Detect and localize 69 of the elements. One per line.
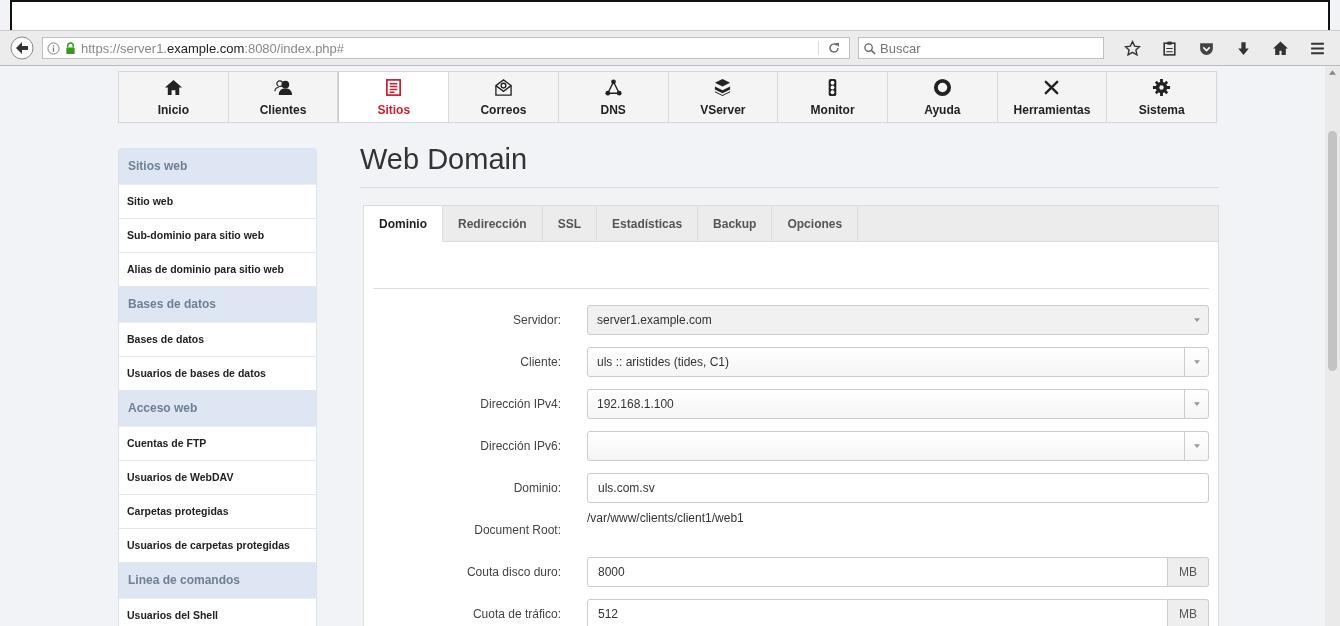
select-field[interactable]: 192.168.1.100 — [587, 389, 1209, 419]
address-field[interactable]: https://server1.example.com:8080/index.php# — [42, 37, 850, 59]
caret-icon — [1193, 444, 1200, 448]
field-label: Cliente: — [519, 355, 562, 369]
tab[interactable]: Redirección — [443, 206, 543, 241]
field-value: /var/www/clients/client1/web1 — [587, 511, 744, 525]
menu-tab[interactable]: Correos — [449, 72, 559, 122]
reload-icon[interactable] — [818, 41, 841, 55]
field-label: Document Root: — [473, 523, 562, 537]
info-icon[interactable] — [47, 41, 60, 55]
network-icon — [603, 77, 623, 97]
clipboard-icon[interactable] — [1161, 39, 1178, 57]
sidebar-heading: Bases de datos — [119, 287, 316, 323]
search-field[interactable]: Buscar — [858, 37, 1104, 59]
field-label: Couta disco duro: — [465, 565, 562, 579]
search-icon — [863, 41, 876, 55]
menu-tab[interactable]: Ayuda — [887, 72, 998, 122]
search-input[interactable]: Buscar — [880, 38, 1099, 58]
page-title: Web Domain — [360, 143, 1219, 188]
unit-addon: MB — [1168, 557, 1209, 587]
sidebar-heading: Linea de comandos — [119, 563, 316, 599]
unit-addon: MB — [1168, 599, 1209, 626]
menu-tab[interactable]: DNS — [558, 72, 669, 122]
input-field[interactable]: 8000 — [587, 557, 1168, 587]
tab[interactable]: Opciones — [772, 206, 859, 241]
sidebar-link[interactable]: Sub-dominio para sitio web — [119, 219, 316, 253]
field-label: Cuota de tráfico: — [471, 607, 562, 621]
field-label: Dirección IPv6: — [479, 439, 562, 453]
lock-icon — [64, 41, 77, 55]
sidebar-link[interactable]: Bases de datos — [119, 323, 316, 357]
select-field[interactable] — [587, 431, 1209, 461]
caret-icon — [1193, 402, 1200, 406]
scrollbar[interactable] — [1325, 66, 1340, 626]
menu-tab[interactable]: VServer — [668, 72, 779, 122]
document-icon — [384, 77, 404, 97]
input-field[interactable]: uls.com.sv — [587, 473, 1209, 503]
sidebar-heading: Acceso web — [119, 391, 316, 427]
input-field[interactable]: 512 — [587, 599, 1168, 626]
home-icon[interactable] — [1272, 39, 1289, 57]
sidebar-link[interactable]: Sitio web — [119, 185, 316, 219]
caret-icon — [1193, 318, 1200, 322]
sidebar-link[interactable]: Cuentas de FTP — [119, 427, 316, 461]
field-label: Dominio: — [512, 481, 562, 495]
tab[interactable]: Dominio — [364, 206, 443, 242]
sidebar-heading: Sitios web — [119, 149, 316, 185]
sidebar-link[interactable]: Carpetas protegidas — [119, 495, 316, 529]
menu-tab[interactable]: Monitor — [778, 72, 888, 122]
select-field[interactable]: uls :: aristides (tides, C1) — [587, 347, 1209, 377]
layers-icon — [713, 77, 733, 97]
menu-tab[interactable]: Herramientas — [997, 72, 1108, 122]
sidebar-link[interactable]: Usuarios del Shell — [119, 599, 316, 626]
scroll-up-icon[interactable] — [1329, 70, 1336, 75]
tab[interactable]: Backup — [698, 206, 773, 241]
back-icon[interactable] — [10, 36, 34, 60]
field-label: Servidor: — [511, 313, 562, 327]
field-label: Dirección IPv4: — [479, 397, 562, 411]
star-icon[interactable] — [1124, 39, 1141, 57]
house-icon — [163, 77, 183, 97]
menu-tab[interactable]: Sitios — [338, 72, 450, 122]
settings-icon — [1152, 77, 1172, 97]
caret-icon — [1193, 360, 1200, 364]
users-icon — [273, 77, 293, 97]
tab[interactable]: Estadísticas — [597, 206, 699, 241]
scroll-thumb[interactable] — [1328, 131, 1337, 371]
sidebar-link[interactable]: Usuarios de WebDAV — [119, 461, 316, 495]
menu-tab[interactable]: Inicio — [119, 72, 229, 122]
envelope-icon — [493, 77, 513, 97]
menu-tab[interactable]: Sistema — [1107, 72, 1217, 122]
tab[interactable]: SSL — [542, 206, 598, 241]
